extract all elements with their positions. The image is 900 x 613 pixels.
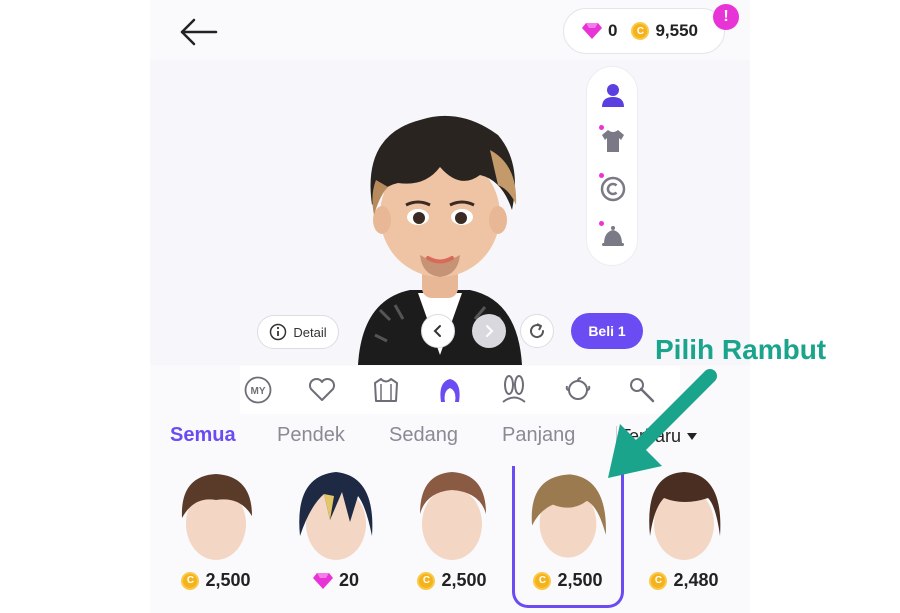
coin-icon: C [417, 571, 436, 590]
next-button[interactable] [472, 314, 506, 348]
bell-tool-button[interactable] [597, 221, 629, 253]
refresh-icon [530, 323, 545, 339]
filter-tab-sedang[interactable]: Sedang [389, 424, 458, 447]
info-icon [270, 323, 287, 341]
head-icon [565, 377, 591, 400]
chevron-left-icon [433, 325, 441, 337]
category-favorites[interactable] [306, 374, 338, 406]
alert-badge[interactable]: ! [713, 4, 739, 30]
heart-icon [308, 377, 336, 401]
detail-label: Detail [293, 324, 327, 340]
gem-icon [582, 23, 602, 39]
side-toolbar [586, 66, 638, 266]
price-value: 2,500 [441, 570, 487, 590]
outfit-tool-button[interactable] [597, 125, 629, 157]
coin-icon: C [533, 571, 552, 590]
my-icon: MY [244, 376, 272, 404]
copyright-tool-button[interactable] [597, 173, 629, 205]
bell-icon [602, 226, 624, 246]
hair-thumbnail [181, 474, 252, 560]
reset-button[interactable] [520, 314, 554, 348]
filter-tab-panjang[interactable]: Panjang [502, 424, 575, 447]
annotation-label: Pilih Rambut [655, 334, 827, 365]
new-dot [599, 221, 604, 226]
back-button[interactable] [176, 12, 220, 52]
new-dot [599, 125, 604, 130]
gem-icon [312, 572, 333, 589]
hair-thumbnail [299, 472, 373, 560]
avatar-icon [602, 84, 624, 107]
category-my[interactable]: MY [242, 374, 274, 406]
hair-item[interactable]: C 2,500 [160, 466, 272, 608]
new-dot [599, 173, 604, 178]
coin-icon: C [631, 22, 650, 40]
currency-balance[interactable]: 0 C 9,550 [563, 8, 725, 54]
item-price: C 2,500 [396, 570, 508, 591]
coin-icon: C [649, 571, 668, 590]
price-value: 20 [338, 570, 360, 590]
copyright-icon [600, 176, 626, 202]
hair-item[interactable]: C 2,500 [396, 466, 508, 608]
item-price: C 2,480 [628, 570, 740, 591]
annotation-arrow-icon [608, 369, 717, 478]
item-price: C 2,500 [160, 570, 272, 591]
back-arrow-icon [180, 18, 218, 46]
filter-tab-pendek[interactable]: Pendek [277, 424, 345, 447]
detail-button[interactable]: Detail [257, 315, 339, 349]
chevron-right-icon [486, 325, 494, 337]
shirt-icon [602, 130, 624, 152]
previous-button[interactable] [421, 314, 455, 348]
category-outfit[interactable] [370, 374, 402, 406]
buy-button[interactable]: Beli 1 [571, 313, 643, 349]
category-hair[interactable] [434, 374, 466, 406]
avatar-tool-button[interactable] [597, 79, 629, 111]
category-accessories[interactable] [498, 374, 530, 406]
price-value: 2,480 [673, 570, 719, 590]
price-value: 2,500 [205, 570, 251, 590]
item-price: C 2,500 [515, 570, 621, 591]
price-value: 2,500 [557, 570, 603, 590]
bunny-ears-icon [502, 375, 526, 403]
hair-thumbnail [420, 472, 486, 560]
coin-icon: C [181, 571, 200, 590]
item-price: 20 [280, 570, 392, 591]
coin-balance: 9,550 [655, 21, 699, 40]
hair-item[interactable]: 20 [280, 466, 392, 608]
my-icon-text: MY [251, 386, 266, 397]
outfit-icon [374, 378, 398, 402]
filter-tab-semua[interactable]: Semua [170, 424, 236, 447]
gem-balance: 0 [608, 21, 618, 40]
hair-icon [440, 379, 460, 402]
category-head[interactable] [562, 374, 594, 406]
